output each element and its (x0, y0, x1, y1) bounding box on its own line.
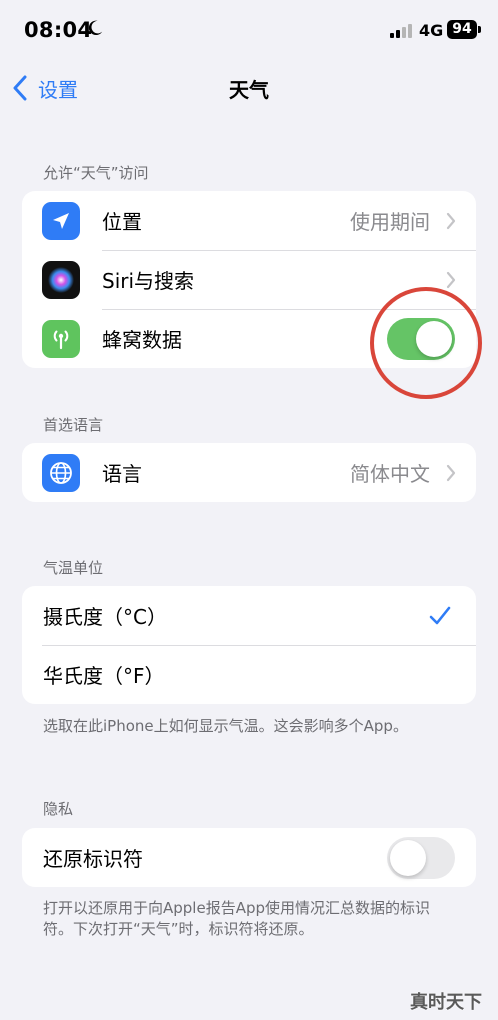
battery-tip (478, 26, 481, 33)
language-label: 语言 (102, 462, 142, 486)
celsius-row[interactable]: 摄氏度（°C） (22, 586, 476, 645)
location-label: 位置 (102, 210, 142, 234)
access-section-header: 允许“天气”访问 (43, 164, 149, 182)
cellular-data-label: 蜂窝数据 (102, 328, 182, 352)
privacy-group: 还原标识符 (22, 828, 476, 887)
temperature-group: 摄氏度（°C） 华氏度（°F） (22, 586, 476, 704)
reset-identifier-toggle[interactable] (387, 836, 455, 879)
chevron-right-icon (446, 464, 456, 481)
siri-icon (42, 260, 80, 299)
location-value: 使用期间 (350, 210, 430, 234)
toggle-knob (390, 839, 426, 876)
battery-level: 94 (447, 20, 477, 39)
fahrenheit-row[interactable]: 华氏度（°F） (22, 645, 476, 704)
fahrenheit-label: 华氏度（°F） (43, 664, 165, 688)
language-value: 简体中文 (350, 462, 430, 486)
chevron-right-icon (446, 212, 456, 229)
reset-identifier-label: 还原标识符 (43, 847, 143, 871)
network-type: 4G (419, 21, 444, 40)
chevron-right-icon (446, 271, 456, 288)
page-title: 天气 (229, 78, 269, 102)
cellular-signal-icon (390, 24, 412, 38)
checkmark-icon (429, 606, 451, 624)
status-bar: 08:04 4G 94 (0, 0, 498, 60)
language-row[interactable]: 语言 简体中文 (22, 443, 476, 502)
annotation-circle (370, 287, 482, 399)
celsius-label: 摄氏度（°C） (43, 605, 167, 629)
globe-icon (42, 453, 80, 492)
antenna-icon (42, 319, 80, 358)
reset-identifier-row: 还原标识符 (22, 828, 476, 887)
moon-icon (88, 20, 103, 36)
privacy-footer: 打开以还原用于向Apple报告App使用情况汇总数据的标识符。下次打开“天气”时… (43, 899, 431, 938)
siri-search-label: Siri与搜索 (102, 269, 195, 293)
location-arrow-icon (42, 201, 80, 240)
language-group: 语言 简体中文 (22, 443, 476, 502)
watermark: 真时天下 (410, 992, 482, 1013)
language-section-header: 首选语言 (43, 416, 104, 434)
location-row[interactable]: 位置 使用期间 (22, 191, 476, 250)
status-time: 08:04 (24, 18, 93, 42)
privacy-section-header: 隐私 (43, 800, 74, 818)
temperature-footer: 选取在此iPhone上如何显示气温。这会影响多个App。 (43, 717, 408, 735)
temperature-section-header: 气温单位 (43, 559, 104, 577)
